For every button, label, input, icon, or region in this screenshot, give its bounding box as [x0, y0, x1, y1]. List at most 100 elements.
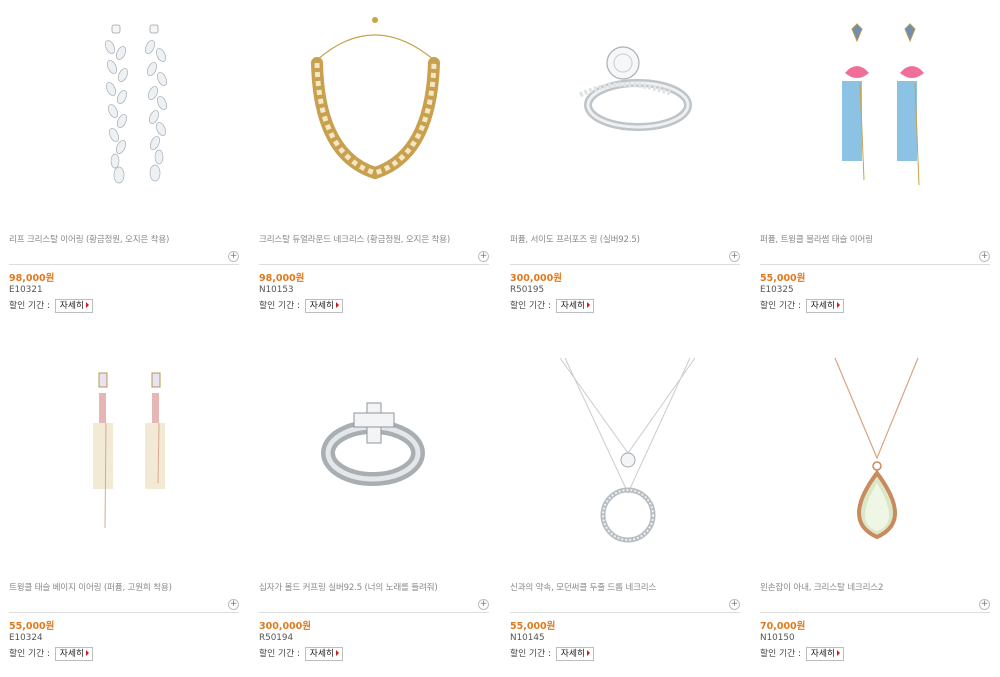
- discount-period: 할인 기간 : 자세히: [760, 298, 845, 313]
- discount-period-label: 할인 기간 :: [259, 649, 300, 659]
- divider: [510, 264, 740, 265]
- product-price: 55,000원: [9, 621, 55, 632]
- product-price: 98,000원: [259, 273, 305, 284]
- silver-cross-ring-icon: [321, 402, 425, 486]
- arrow-right-icon: [86, 302, 90, 308]
- detail-button[interactable]: 자세히: [54, 298, 94, 313]
- discount-period-label: 할인 기간 :: [510, 301, 551, 311]
- opal-drop-necklace-icon: [834, 357, 919, 540]
- detail-button[interactable]: 자세히: [555, 646, 595, 661]
- detail-button[interactable]: 자세히: [304, 298, 344, 313]
- product-name[interactable]: 십자가 볼드 커프링 실버92.5 (너의 노래를 들려줘): [259, 581, 489, 593]
- divider: [259, 264, 489, 265]
- product-code: R50195: [510, 285, 545, 295]
- arrow-right-icon: [587, 302, 591, 308]
- product-price: 300,000원: [259, 621, 312, 632]
- divider: [259, 612, 489, 613]
- product-image[interactable]: [510, 5, 740, 220]
- silver-circle-necklace-icon: [559, 357, 696, 543]
- product-image[interactable]: [510, 353, 740, 568]
- product-name[interactable]: 리프 크리스탈 이어링 (황금정원, 오지은 착용): [9, 233, 239, 245]
- product-card[interactable]: 트윙클 태슬 베이지 이어링 (퍼퓸, 고원희 착용) + 55,000원 E1…: [9, 353, 239, 673]
- product-code: E10325: [760, 285, 794, 295]
- detail-button[interactable]: 자세히: [805, 646, 845, 661]
- divider: [760, 264, 990, 265]
- detail-button[interactable]: 자세히: [304, 646, 344, 661]
- product-code: N10150: [760, 633, 795, 643]
- product-image[interactable]: [760, 5, 990, 220]
- product-name[interactable]: 신과의 약속, 모던써클 두줄 드롭 네크리스: [510, 581, 740, 593]
- divider: [9, 612, 239, 613]
- plus-icon[interactable]: +: [478, 599, 489, 610]
- discount-period: 할인 기간 : 자세히: [510, 298, 595, 313]
- product-card[interactable]: 리프 크리스탈 이어링 (황금정원, 오지은 착용) + 98,000원 E10…: [9, 5, 239, 325]
- discount-period: 할인 기간 : 자세히: [259, 646, 344, 661]
- product-grid: 리프 크리스탈 이어링 (황금정원, 오지은 착용) + 98,000원 E10…: [0, 0, 1000, 677]
- product-image[interactable]: [9, 353, 239, 568]
- product-price: 70,000원: [760, 621, 806, 632]
- discount-period: 할인 기간 : 자세히: [9, 646, 94, 661]
- product-card[interactable]: 왼손잡이 아내, 크리스탈 네크리스2 + 70,000원 N10150 할인 …: [760, 353, 990, 673]
- discount-period: 할인 기간 : 자세히: [259, 298, 344, 313]
- product-code: N10145: [510, 633, 545, 643]
- plus-icon[interactable]: +: [979, 251, 990, 262]
- detail-button[interactable]: 자세히: [805, 298, 845, 313]
- arrow-right-icon: [837, 650, 841, 656]
- product-name[interactable]: 크리스탈 듀얼라운드 네크리스 (황금정원, 오지은 착용): [259, 233, 489, 245]
- product-name[interactable]: 퍼퓸, 트윙클 블라썸 태슬 이어링: [760, 233, 990, 245]
- product-image[interactable]: [760, 353, 990, 568]
- detail-button-label: 자세히: [309, 300, 335, 311]
- detail-button[interactable]: 자세히: [54, 646, 94, 661]
- plus-icon[interactable]: +: [729, 599, 740, 610]
- discount-period-label: 할인 기간 :: [9, 301, 50, 311]
- product-image[interactable]: [9, 5, 239, 220]
- detail-button-label: 자세히: [560, 300, 586, 311]
- arrow-right-icon: [86, 650, 90, 656]
- product-card[interactable]: 퍼퓸, 트윙클 블라썸 태슬 이어링 + 55,000원 E10325 할인 기…: [760, 5, 990, 325]
- divider: [9, 264, 239, 265]
- discount-period: 할인 기간 : 자세히: [9, 298, 94, 313]
- crystal-leaf-earrings-icon: [104, 24, 168, 184]
- gold-crystal-necklace-icon: [311, 17, 440, 180]
- product-name[interactable]: 왼손잡이 아내, 크리스탈 네크리스2: [760, 581, 990, 593]
- arrow-right-icon: [336, 302, 340, 308]
- product-card[interactable]: 크리스탈 듀얼라운드 네크리스 (황금정원, 오지은 착용) + 98,000원…: [259, 5, 489, 325]
- product-code: N10153: [259, 285, 294, 295]
- product-price: 55,000원: [510, 621, 556, 632]
- discount-period-label: 할인 기간 :: [510, 649, 551, 659]
- product-card[interactable]: 십자가 볼드 커프링 실버92.5 (너의 노래를 들려줘) + 300,000…: [259, 353, 489, 673]
- plus-icon[interactable]: +: [979, 599, 990, 610]
- product-name[interactable]: 퍼퓸, 서이도 프러포즈 링 (실버92.5): [510, 233, 740, 245]
- silver-solitaire-ring-icon: [578, 46, 692, 131]
- detail-button[interactable]: 자세히: [555, 298, 595, 313]
- product-name[interactable]: 트윙클 태슬 베이지 이어링 (퍼퓸, 고원희 착용): [9, 581, 239, 593]
- plus-icon[interactable]: +: [729, 251, 740, 262]
- product-card[interactable]: 신과의 약속, 모던써클 두줄 드롭 네크리스 + 55,000원 N10145…: [510, 353, 740, 673]
- discount-period-label: 할인 기간 :: [9, 649, 50, 659]
- detail-button-label: 자세히: [810, 300, 836, 311]
- arrow-right-icon: [336, 650, 340, 656]
- plus-icon[interactable]: +: [478, 251, 489, 262]
- product-image[interactable]: [259, 353, 489, 568]
- detail-button-label: 자세히: [59, 648, 85, 659]
- product-image[interactable]: [259, 5, 489, 220]
- detail-button-label: 자세히: [59, 300, 85, 311]
- product-code: R50194: [259, 633, 294, 643]
- divider: [760, 612, 990, 613]
- discount-period: 할인 기간 : 자세히: [510, 646, 595, 661]
- detail-button-label: 자세히: [309, 648, 335, 659]
- product-card[interactable]: 퍼퓸, 서이도 프러포즈 링 (실버92.5) + 300,000원 R5019…: [510, 5, 740, 325]
- product-price: 55,000원: [760, 273, 806, 284]
- product-price: 300,000원: [510, 273, 563, 284]
- pink-blue-tassel-earrings-icon: [842, 23, 924, 186]
- divider: [510, 612, 740, 613]
- detail-button-label: 자세히: [810, 648, 836, 659]
- plus-icon[interactable]: +: [228, 251, 239, 262]
- discount-period-label: 할인 기간 :: [760, 301, 801, 311]
- detail-button-label: 자세히: [560, 648, 586, 659]
- product-price: 98,000원: [9, 273, 55, 284]
- arrow-right-icon: [587, 650, 591, 656]
- plus-icon[interactable]: +: [228, 599, 239, 610]
- discount-period-label: 할인 기간 :: [760, 649, 801, 659]
- product-code: E10321: [9, 285, 43, 295]
